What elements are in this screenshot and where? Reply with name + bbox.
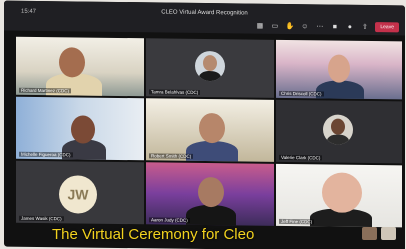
thumbnail-image (362, 227, 377, 240)
leave-button[interactable]: Leave (375, 22, 399, 33)
participant-face (71, 115, 95, 144)
meeting-controls: ▦ ▭ ✋ ☺ ⋯ ■ ● ⇧ Leave (255, 21, 399, 33)
participant-face (322, 172, 362, 213)
participant-grid: Richard Martinez (CDC) Tamra Belahlvas (… (16, 36, 402, 228)
participant-face (59, 47, 85, 78)
participant-tile[interactable]: Jeff Fine (CDC) (276, 163, 402, 228)
meeting-title: CLEO Virtual Award Recognition (161, 9, 248, 17)
participant-figure (316, 80, 364, 100)
participant-tile[interactable]: Chris Driscoll (CDC) (276, 39, 402, 100)
participant-initials-avatar: JW (59, 175, 97, 214)
participant-tile[interactable]: Valerie Clark (CDC) (276, 99, 402, 164)
participant-tile[interactable]: JW James Wasik (CDC) (16, 160, 144, 225)
picture-in-picture-thumbs (362, 227, 396, 240)
more-icon[interactable]: ⋯ (315, 22, 324, 31)
participant-figure (186, 204, 236, 226)
participant-face (198, 176, 224, 208)
participant-name: Aaron Judy (CDC) (149, 217, 190, 223)
participant-tile[interactable]: Michelle Figueroa (CDC) (16, 96, 144, 161)
thumbnail-image (381, 227, 396, 240)
participant-name: Jeff Fine (CDC) (279, 218, 315, 225)
participant-name: Tamra Belahlvas (CDC) (149, 89, 201, 95)
meeting-topbar: 15:47 CLEO Virtual Award Recognition ▦ ▭… (4, 0, 405, 36)
mic-icon[interactable]: ● (345, 22, 354, 31)
share-icon[interactable]: ⇧ (360, 22, 369, 31)
teams-window: 15:47 CLEO Virtual Award Recognition ▦ ▭… (4, 0, 405, 249)
participant-tile[interactable]: Aaron Judy (CDC) (146, 162, 274, 226)
participant-photo (323, 114, 353, 145)
participant-tile[interactable]: Richard Martinez (CDC) (16, 36, 144, 97)
participant-tile[interactable]: Tamra Belahlvas (CDC) (146, 38, 274, 98)
camera-icon[interactable]: ■ (330, 22, 339, 31)
participant-name: Chris Driscoll (CDC) (279, 90, 324, 97)
participant-tile[interactable]: Robert Smith (CDC) (146, 98, 274, 162)
participant-name: Richard Martinez (CDC) (19, 87, 72, 94)
participant-name: James Wasik (CDC) (19, 215, 64, 222)
grid-icon[interactable]: ▦ (255, 21, 264, 30)
participant-figure (186, 140, 238, 162)
participant-name: Michelle Figueroa (CDC) (19, 151, 73, 158)
participant-name: Valerie Clark (CDC) (279, 154, 323, 161)
participant-photo (195, 50, 225, 82)
hand-icon[interactable]: ✋ (285, 21, 295, 30)
video-caption: The Virtual Ceremony for Cleo (52, 226, 255, 243)
participant-face (199, 112, 225, 144)
participant-name: Robert Smith (CDC) (149, 153, 194, 159)
reactions-icon[interactable]: ☺ (300, 22, 309, 31)
chat-icon[interactable]: ▭ (270, 21, 279, 30)
participant-face (328, 54, 350, 83)
